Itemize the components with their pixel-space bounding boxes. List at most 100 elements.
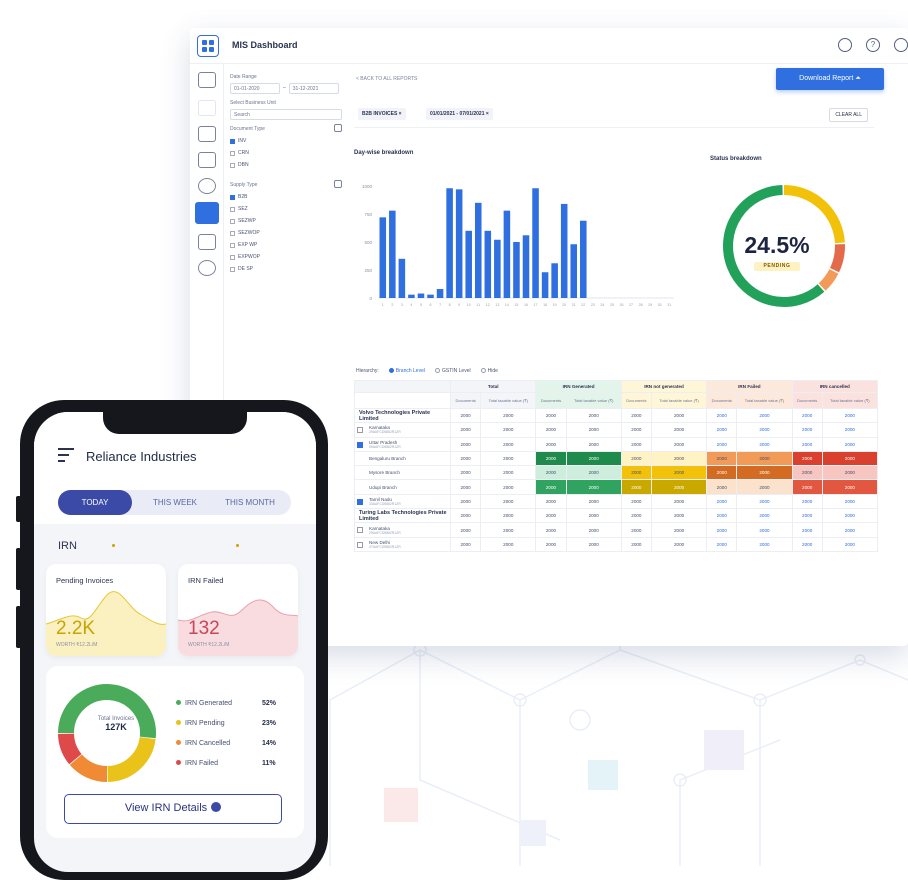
help-icon[interactable]: ? [866,38,880,52]
table-cell: 2000 [706,422,738,438]
supply-type-checkbox[interactable] [230,230,235,236]
state-name: Karnataka 29AAFCD5862R1ZR [354,522,451,538]
table-cell: 2000 [480,450,537,467]
document-type-label: Document Type [230,124,342,132]
menu-icon[interactable] [58,448,74,466]
card-value: 132 [188,618,220,639]
table-row[interactable]: Mysore Branch 2000 2000 2000 2000 2000 2000 200… [354,465,879,481]
radio-gstin-level[interactable]: GSTIN Level [434,368,471,374]
sub-header: Documents [791,392,823,409]
date-to-input[interactable]: 31-12-2021 [288,83,339,94]
doc-type-checkbox[interactable] [230,150,235,156]
mobile-app-screen: Reliance Industries TODAY THIS WEEK THIS… [34,412,316,872]
table-cell: 2000 [821,508,879,524]
row-checkbox[interactable] [357,541,363,548]
supply-type-checkbox[interactable] [230,218,235,224]
bar [417,293,425,298]
search-input[interactable]: Search [230,109,342,120]
tab-today[interactable]: TODAY [58,490,132,515]
table-row[interactable]: Turing Labs Technologies Private Limited… [354,508,879,524]
table-cell: 2000 [480,422,537,438]
radio-hide[interactable]: Hide [480,368,498,374]
row-checkbox[interactable] [357,441,363,448]
table-cell: 2000 [565,407,622,424]
bar [532,188,539,298]
table-cell: 2000 [480,407,537,424]
table-cell: 2000 [449,493,482,510]
pending-invoices-card[interactable]: Pending Invoices 2.2K WORTH ₹12.2L/M [46,564,166,656]
x-tick-label: 3 [401,303,403,307]
reports-icon[interactable] [195,202,219,224]
table-cell: 2000 [706,407,738,424]
bar [551,263,558,298]
table-row[interactable]: Karnataka 29AAFCD5862R1ZR 2000 2000 2000 2000… [354,522,879,538]
download-report-button[interactable]: Download Report ⏶ [776,68,884,90]
table-row[interactable]: Tamil Nadu 33AAFCD5862R1ZR 2000 2000 2000 200… [354,493,879,510]
settings-icon[interactable] [198,260,216,276]
radio-branch-level[interactable]: Branch Level [388,368,425,374]
x-tick-label: 17 [534,303,538,307]
supply-type-checkbox[interactable] [230,242,235,248]
bell-icon[interactable] [838,38,852,52]
view-irn-details-button[interactable]: View IRN Details [64,794,282,824]
filter-chip[interactable]: 01/01/2021 - 07/01/2021 × [426,108,493,120]
table-row[interactable]: Volvo Technologies Private Limited 2000 20… [354,407,879,424]
filter-chip[interactable]: B2B INVOICES × [358,108,406,120]
table-cell: 2000 [620,465,652,481]
collapse-icon[interactable] [334,180,342,188]
row-checkbox[interactable] [357,527,363,534]
refresh-icon[interactable] [198,178,216,194]
table-cell: 2000 [620,522,652,538]
table-cell: 2000 [449,465,482,481]
date-from-input[interactable]: 01-01-2020 [230,83,280,94]
bar [474,202,482,298]
table-cell: 2000 [565,522,622,538]
tab-this-month[interactable]: THIS MONTH [210,490,290,515]
table-cell: 2000 [706,465,738,481]
table-cell: 2000 [650,479,708,495]
row-checkbox[interactable] [357,498,363,505]
supply-type-checkbox[interactable] [230,206,235,212]
x-tick-label: 6 [430,303,432,307]
table-row[interactable]: Bengaluru Branch 2000 2000 2000 2000 2000 2000… [354,450,879,467]
tab-this-week[interactable]: THIS WEEK [140,490,210,515]
table-row[interactable]: New Delhi 07AAFCD5862R1ZR 2000 2000 2000 2000… [354,536,879,552]
transfer-icon[interactable] [198,234,216,250]
table-cell: 2000 [736,436,793,452]
supply-type-checkbox[interactable] [230,194,235,200]
x-tick-label: 21 [572,303,576,307]
app-grid-icon[interactable] [197,35,219,57]
table-cell: 2000 [449,422,482,438]
doc-type-checkbox[interactable] [230,138,235,144]
table-row[interactable]: Karnataka 29AAFCD5862R1ZR 2000 2000 2000 2000… [354,422,879,438]
upload-icon[interactable] [198,126,216,142]
table-row[interactable]: Udupi Branch 2000 2000 2000 2000 2000 2000 2000… [354,479,879,495]
donut-segment [829,244,845,273]
invoice-icon[interactable] [198,152,216,168]
donut-center: Total Invoices 127K [86,716,146,732]
x-tick-label: 11 [476,303,480,307]
bar [513,242,520,298]
page-title: MIS Dashboard [232,40,298,50]
doc-type-label: INV [238,138,247,144]
y-tick-label: 500 [364,240,372,245]
bar [465,230,472,298]
home-icon[interactable] [198,100,216,116]
supply-type-checkbox[interactable] [230,266,235,272]
x-tick-label: 29 [648,303,652,307]
table-row[interactable]: Uttar Pradesh 09AAFCD5862R1ZR 2000 2000 2000… [354,436,879,452]
filter-panel: Date Range 01-01-2020 – 31-12-2021 Selec… [230,68,342,272]
doc-type-checkbox[interactable] [230,162,235,168]
grid-icon[interactable] [198,72,216,88]
back-link[interactable]: < BACK TO ALL REPORTS [356,76,417,82]
table-cell: 2000 [565,508,622,524]
collapse-icon[interactable] [334,124,342,132]
irn-failed-card[interactable]: IRN Failed 132 WORTH ₹12.2L/M [178,564,298,656]
x-tick-label: 23 [591,303,595,307]
profile-icon[interactable] [894,38,908,52]
clear-all-button[interactable]: CLEAR ALL [829,108,868,122]
row-checkbox[interactable] [357,427,363,434]
supply-type-checkbox[interactable] [230,254,235,260]
x-tick-label: 2 [391,303,393,307]
legend-item: IRN Generated 52% [176,700,276,707]
